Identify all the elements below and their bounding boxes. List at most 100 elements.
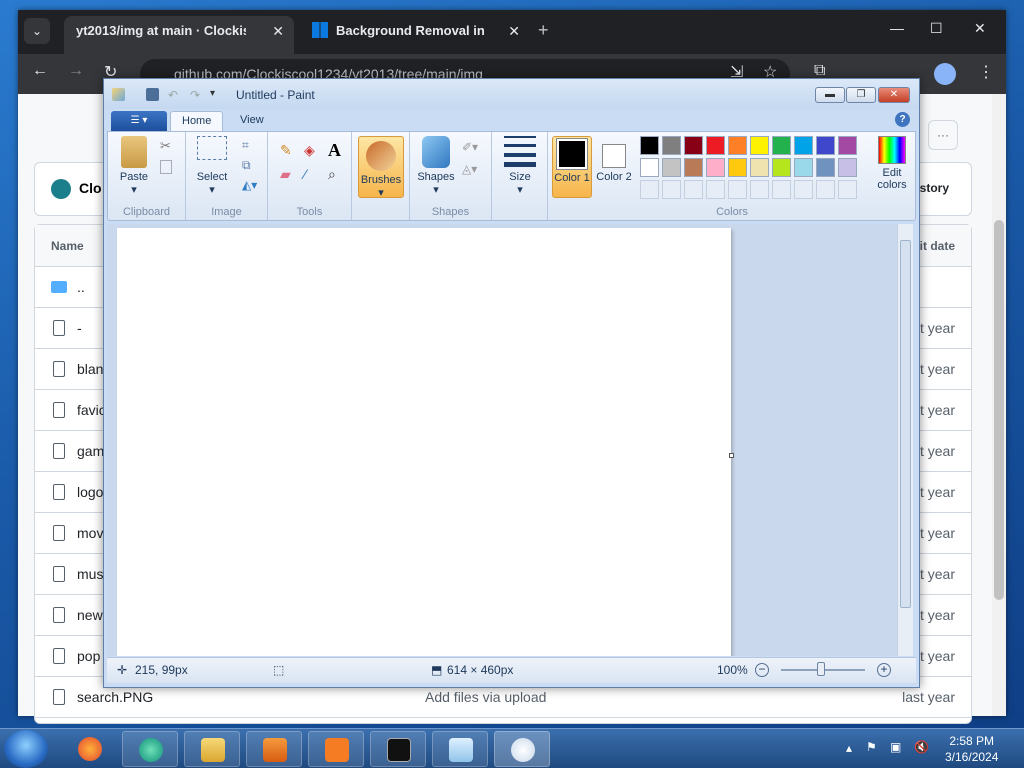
file-name[interactable]: mus	[77, 554, 103, 595]
close-window-button[interactable]: ✕	[974, 20, 986, 37]
restore-button[interactable]: ❐	[846, 87, 876, 103]
custom-color-slot[interactable]	[728, 180, 747, 199]
browser-tab-github[interactable]: yt2013/img at main · Clockiscool ✕	[64, 16, 294, 54]
outline-icon[interactable]: ✐▾	[462, 140, 480, 158]
file-name[interactable]: -	[77, 308, 82, 349]
minimize-button[interactable]: —	[890, 20, 904, 36]
tab-view[interactable]: View	[229, 111, 275, 131]
drawing-canvas[interactable]	[117, 228, 731, 656]
custom-color-slot[interactable]	[684, 180, 703, 199]
zoom-slider-thumb[interactable]	[817, 662, 825, 676]
taskbar-xampp[interactable]	[308, 731, 364, 767]
taskbar-explorer[interactable]	[184, 731, 240, 767]
palette-color-swatch[interactable]	[662, 158, 681, 177]
minimize-button[interactable]: ▬	[815, 87, 845, 103]
fill-shape-icon[interactable]: ◬▾	[462, 162, 480, 180]
palette-color-swatch[interactable]	[838, 136, 857, 155]
paint-menu-button[interactable]: ☰ ▾	[111, 111, 167, 131]
help-icon[interactable]: ?	[895, 112, 910, 127]
close-icon[interactable]: ✕	[508, 16, 520, 46]
zoom-in-button[interactable]: +	[877, 663, 891, 677]
scroll-thumb[interactable]	[994, 220, 1004, 600]
palette-color-swatch[interactable]	[816, 136, 835, 155]
forward-arrow-icon[interactable]: →	[68, 62, 84, 80]
color1-button[interactable]: Color 1	[552, 136, 592, 198]
brushes-button[interactable]: Brushes ▾	[358, 136, 404, 199]
clock[interactable]: 2:58 PM 3/16/2024	[945, 733, 998, 765]
palette-color-swatch[interactable]	[706, 136, 725, 155]
palette-color-swatch[interactable]	[706, 158, 725, 177]
shapes-button[interactable]: Shapes ▾	[414, 136, 458, 196]
zoom-out-button[interactable]: −	[755, 663, 769, 677]
tab-search-button[interactable]: ⌄	[24, 18, 50, 44]
canvas-vertical-scrollbar[interactable]	[897, 224, 913, 656]
file-name[interactable]: mov	[77, 513, 103, 554]
repo-owner-label[interactable]: Clo	[79, 180, 102, 196]
palette-color-swatch[interactable]	[838, 158, 857, 177]
palette-color-swatch[interactable]	[794, 136, 813, 155]
tray-expand-icon[interactable]: ▴	[846, 741, 852, 755]
network-icon[interactable]: ▣	[890, 740, 901, 754]
palette-color-swatch[interactable]	[750, 136, 769, 155]
pencil-icon[interactable]: ✎	[280, 142, 298, 160]
palette-color-swatch[interactable]	[640, 136, 659, 155]
maximize-button[interactable]: ☐	[930, 20, 943, 37]
taskbar-paint[interactable]	[494, 731, 550, 767]
page-scrollbar[interactable]	[992, 94, 1006, 716]
custom-color-slot[interactable]	[772, 180, 791, 199]
action-center-flag-icon[interactable]: ⚑	[866, 740, 877, 754]
profile-avatar[interactable]	[934, 63, 956, 85]
custom-color-slot[interactable]	[816, 180, 835, 199]
custom-color-slot[interactable]	[640, 180, 659, 199]
palette-color-swatch[interactable]	[728, 136, 747, 155]
color-picker-icon[interactable]: ⁄	[304, 166, 322, 184]
file-name[interactable]: pop	[77, 636, 100, 677]
palette-color-swatch[interactable]	[816, 158, 835, 177]
more-options-icon[interactable]: ···	[928, 120, 958, 150]
palette-color-swatch[interactable]	[684, 136, 703, 155]
palette-color-swatch[interactable]	[772, 136, 791, 155]
palette-color-swatch[interactable]	[794, 158, 813, 177]
customize-toolbar-icon[interactable]: ▾	[210, 88, 223, 101]
palette-color-swatch[interactable]	[750, 158, 769, 177]
file-name[interactable]: favic	[77, 390, 106, 431]
new-tab-button[interactable]: +	[538, 20, 549, 41]
rotate-icon[interactable]: ◭▾	[242, 178, 260, 196]
redo-icon[interactable]: ↷	[190, 88, 203, 102]
text-icon[interactable]: A	[328, 140, 346, 160]
custom-color-slot[interactable]	[750, 180, 769, 199]
eraser-icon[interactable]: ▰	[280, 166, 298, 184]
palette-color-swatch[interactable]	[728, 158, 747, 177]
save-icon[interactable]	[146, 88, 159, 101]
start-button[interactable]	[4, 730, 48, 768]
back-arrow-icon[interactable]: ←	[32, 62, 48, 80]
custom-color-slot[interactable]	[706, 180, 725, 199]
magnifier-icon[interactable]: ⌕	[328, 166, 346, 184]
custom-color-slot[interactable]	[662, 180, 681, 199]
menu-dots-icon[interactable]: ⋮	[978, 62, 994, 82]
palette-color-swatch[interactable]	[662, 136, 681, 155]
fill-icon[interactable]: ◈	[304, 142, 322, 160]
close-icon[interactable]: ✕	[272, 16, 284, 46]
palette-color-swatch[interactable]	[684, 158, 703, 177]
browser-tab-paint-article[interactable]: Background Removal in Paint I ✕	[300, 16, 530, 54]
taskbar-media[interactable]	[246, 731, 302, 767]
paste-button[interactable]: Paste ▾	[114, 136, 154, 196]
volume-muted-icon[interactable]: 🔇	[914, 740, 929, 754]
undo-icon[interactable]: ↶	[168, 88, 181, 102]
history-link[interactable]: story	[920, 181, 949, 195]
scroll-thumb[interactable]	[900, 240, 911, 608]
file-name[interactable]: blan	[77, 349, 103, 390]
custom-color-slot[interactable]	[838, 180, 857, 199]
file-name[interactable]: ..	[77, 267, 85, 308]
taskbar-edge[interactable]	[122, 731, 178, 767]
edit-colors-button[interactable]: Edit colors	[872, 136, 912, 191]
canvas-area[interactable]	[107, 224, 912, 656]
size-button[interactable]: Size ▾	[500, 136, 540, 196]
palette-color-swatch[interactable]	[772, 158, 791, 177]
file-name[interactable]: new	[77, 595, 103, 636]
taskbar-firefox[interactable]	[62, 731, 118, 767]
copy-icon[interactable]	[160, 160, 172, 174]
tab-home[interactable]: Home	[170, 111, 224, 131]
resize-icon[interactable]: ⧉	[242, 158, 260, 176]
